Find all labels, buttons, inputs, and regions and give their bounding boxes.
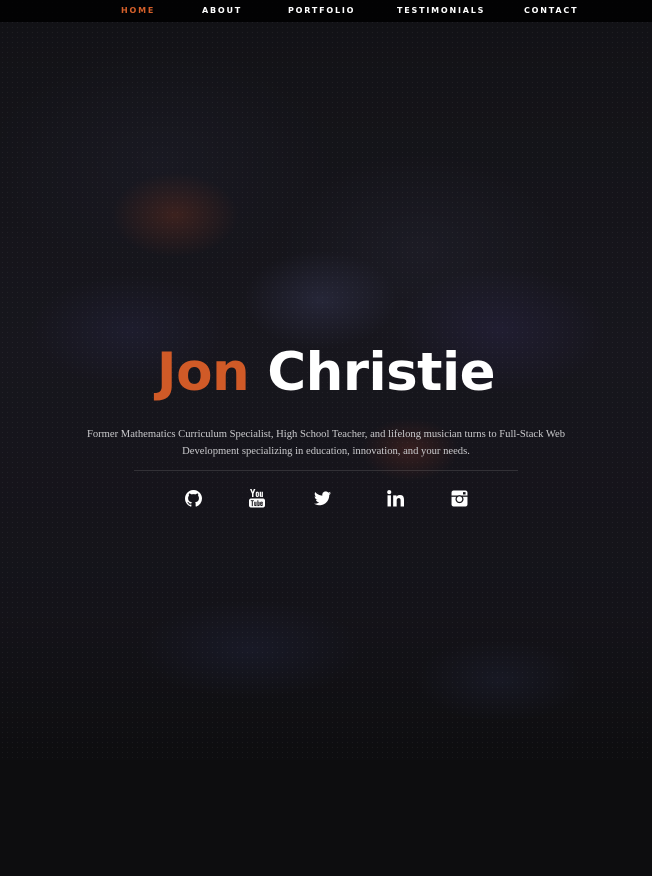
- twitter-link[interactable]: [311, 487, 333, 509]
- github-icon: [184, 489, 202, 507]
- nav-portfolio[interactable]: PORTFOLIO: [288, 6, 355, 15]
- page-bottom: [0, 760, 652, 876]
- twitter-icon: [313, 490, 331, 505]
- nav-about[interactable]: ABOUT: [202, 6, 242, 15]
- youtube-link[interactable]: [246, 487, 268, 509]
- linkedin-icon: [386, 489, 404, 506]
- nav-home[interactable]: HOME: [121, 6, 155, 15]
- instagram-icon: [451, 490, 467, 506]
- hero-name: Jon Christie: [0, 342, 652, 403]
- youtube-icon: [249, 489, 265, 508]
- linkedin-link[interactable]: [384, 487, 406, 509]
- hero-tagline: Former Mathematics Curriculum Specialist…: [86, 429, 566, 457]
- hero-divider: [134, 470, 518, 471]
- hero-first-name: Jon: [156, 342, 250, 403]
- hero-last-name: Christie: [267, 342, 496, 403]
- github-link[interactable]: [182, 487, 204, 509]
- nav-testimonials[interactable]: TESTIMONIALS: [397, 6, 485, 15]
- nav-contact[interactable]: CONTACT: [524, 6, 578, 15]
- hero-section: HOME ABOUT PORTFOLIO TESTIMONIALS CONTAC…: [0, 0, 652, 876]
- main-nav: HOME ABOUT PORTFOLIO TESTIMONIALS CONTAC…: [0, 0, 652, 22]
- instagram-link[interactable]: [448, 487, 470, 509]
